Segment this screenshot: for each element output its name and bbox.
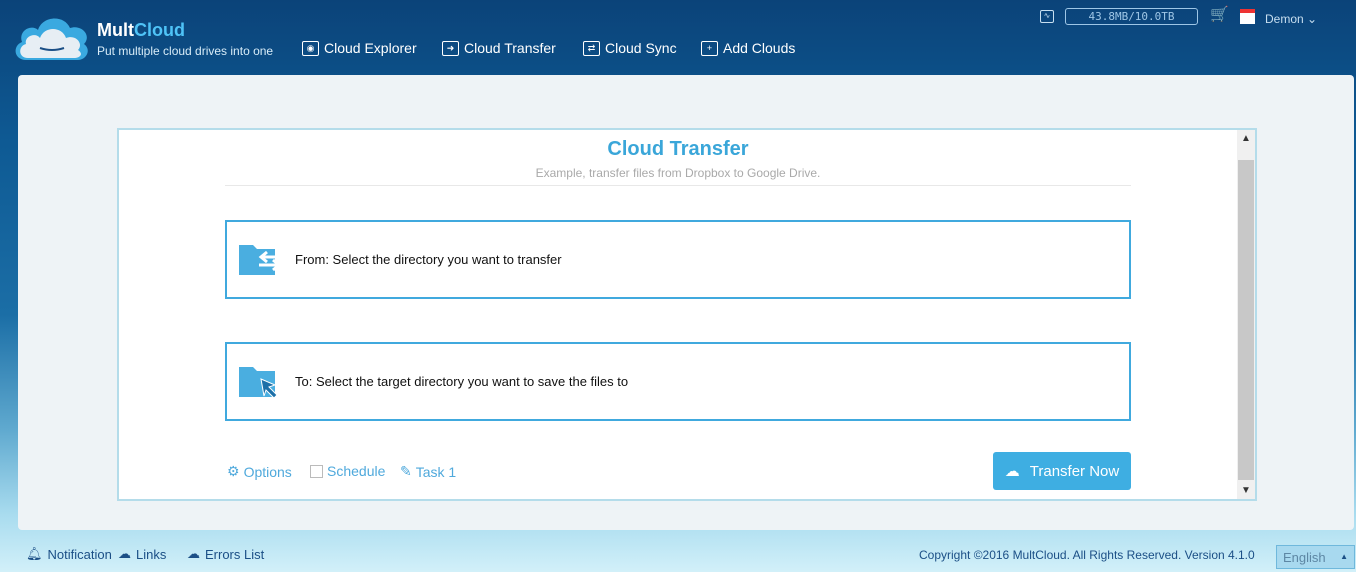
transfer-icon: ➜ [442, 40, 459, 56]
nav-label: Add Clouds [723, 40, 796, 56]
cart-icon[interactable]: 🛒 [1210, 5, 1229, 23]
nav-add-clouds[interactable]: + Add Clouds [701, 40, 795, 56]
checkbox-icon [310, 464, 323, 478]
to-label: To: Select the target directory you want… [295, 374, 629, 389]
tagline: Put multiple cloud drives into one [97, 44, 274, 58]
user-menu[interactable]: Demon ⌄ [1265, 12, 1317, 26]
notification-label: Notification [47, 546, 112, 562]
options-link[interactable]: ⚙ Options [227, 463, 292, 480]
activity-icon[interactable]: ∿ [1040, 10, 1054, 23]
multcloud-logo-icon [15, 18, 88, 60]
cloud-icon: ☁ [1004, 463, 1020, 480]
nav-cloud-sync[interactable]: ⇄ Cloud Sync [583, 40, 677, 56]
language-label: English [1283, 550, 1326, 565]
nav-label: Cloud Explorer [324, 40, 417, 56]
folder-target-icon [239, 366, 278, 399]
explorer-icon: ◉ [302, 40, 319, 56]
page-title: Cloud Transfer [607, 138, 749, 160]
schedule-checkbox[interactable]: Schedule [310, 463, 385, 479]
add-icon: + [701, 40, 718, 56]
scroll-up-icon[interactable]: ▲ [1237, 133, 1255, 144]
cloud-error-icon: ☁ [187, 546, 200, 561]
edit-icon: ✎ [400, 463, 412, 479]
page-subtitle: Example, transfer files from Dropbox to … [535, 166, 821, 180]
scroll-down-icon[interactable]: ▼ [1237, 485, 1255, 496]
scroll-thumb[interactable] [1238, 160, 1254, 480]
nav-label: Cloud Transfer [464, 40, 556, 56]
caret-up-icon: ▲ [1340, 552, 1348, 561]
notification-link[interactable]: 🔔︎ Notification [26, 546, 112, 562]
sync-icon: ⇄ [583, 40, 600, 56]
to-directory-selector[interactable]: To: Select the target directory you want… [225, 342, 1131, 421]
user-name: Demon [1265, 12, 1304, 26]
gear-icon: ⚙ [227, 463, 240, 479]
copyright: Copyright ©2016 MultCloud. All Rights Re… [919, 548, 1255, 562]
storage-quota: 43.8MB/10.0TB [1065, 8, 1198, 25]
from-label: From: Select the directory you want to t… [295, 252, 562, 267]
gift-icon[interactable] [1240, 9, 1255, 24]
chevron-down-icon: ⌄ [1307, 12, 1318, 26]
links-label: Links [136, 546, 167, 562]
divider [225, 185, 1131, 186]
task-name-edit[interactable]: ✎ Task 1 [400, 463, 456, 480]
errors-list-link[interactable]: ☁ Errors List [187, 546, 264, 562]
brand-name[interactable]: MultCloud [97, 20, 185, 41]
task-label: Task 1 [415, 463, 457, 480]
options-label: Options [243, 463, 292, 480]
language-select[interactable]: English ▲ [1276, 545, 1355, 569]
links-link[interactable]: ☁ Links [118, 546, 166, 562]
bell-icon: 🔔︎ [26, 546, 43, 561]
transfer-now-button[interactable]: ☁ Transfer Now [993, 452, 1131, 490]
from-directory-selector[interactable]: From: Select the directory you want to t… [225, 220, 1131, 299]
errors-label: Errors List [205, 546, 265, 562]
nav-label: Cloud Sync [605, 40, 677, 56]
folder-transfer-icon [239, 244, 281, 275]
schedule-label: Schedule [327, 463, 386, 479]
nav-cloud-transfer[interactable]: ➜ Cloud Transfer [442, 40, 556, 56]
transfer-now-label: Transfer Now [1029, 462, 1120, 480]
nav-cloud-explorer[interactable]: ◉ Cloud Explorer [302, 40, 417, 56]
cloud-link-icon: ☁ [118, 546, 131, 561]
transfer-panel: Cloud Transfer Example, transfer files f… [117, 128, 1257, 501]
scrollbar[interactable]: ▲ ▼ [1237, 130, 1255, 499]
